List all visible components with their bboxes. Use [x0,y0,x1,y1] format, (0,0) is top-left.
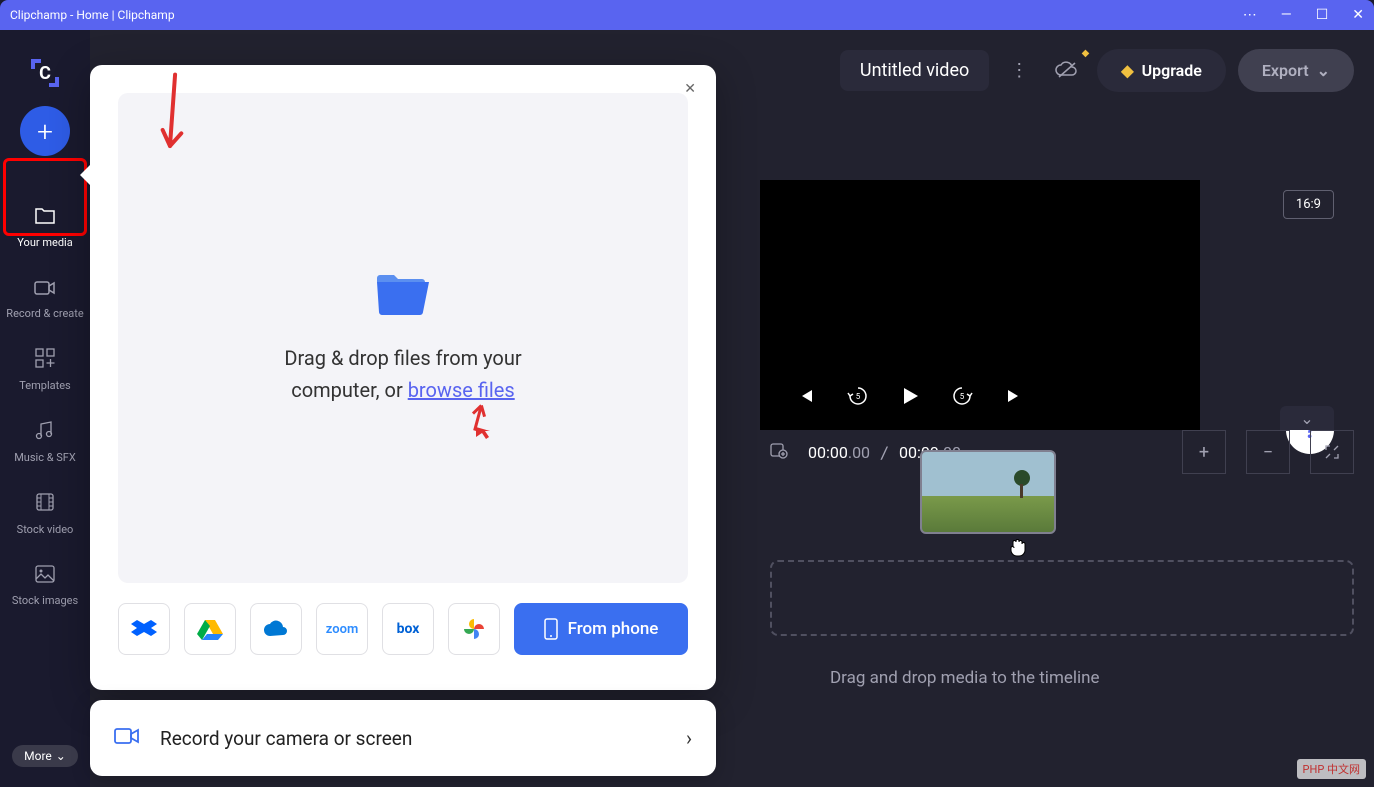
zoom-out-button[interactable]: − [1246,430,1290,474]
rewind-5-button[interactable]: 5 [842,380,874,412]
sidebar-item-record-create[interactable]: Record & create [0,277,90,320]
aspect-ratio-button[interactable]: 16:9 [1283,190,1334,219]
watermark: PHP 中文网 [1297,759,1366,779]
google-drive-button[interactable] [184,603,236,655]
window-minimize-icon[interactable]: ― [1281,7,1292,23]
camera-icon [114,726,140,751]
zoom-button[interactable]: zoom [316,603,368,655]
sidebar-item-label: Stock video [17,523,74,536]
browse-files-link[interactable]: browse files [408,378,515,402]
sidebar-item-label: Templates [19,379,70,392]
from-phone-button[interactable]: From phone [514,603,688,655]
timeline-hint: Drag and drop media to the timeline [830,668,1100,688]
more-options-button[interactable]: ⋮ [1001,52,1037,88]
fit-button[interactable] [1310,430,1354,474]
sidebar-item-label: Your media [17,236,72,249]
dropzone-text: Drag & drop files from your computer, or… [284,342,521,406]
source-row: zoom box From phone [118,603,688,655]
folder-icon [34,206,56,230]
more-button[interactable]: More ⌄ [12,745,78,767]
upgrade-button[interactable]: ◆ Upgrade [1097,49,1226,92]
svg-text:C: C [39,63,51,84]
sidebar: C + Your media Record & create Tem [0,30,90,787]
red-arrow-cursor-icon [468,403,498,447]
sidebar-item-label: Record & create [6,307,83,320]
folder-open-icon [373,270,433,322]
zoom-in-button[interactable]: + [1182,430,1226,474]
svg-text:5: 5 [960,392,965,401]
play-button[interactable] [894,380,926,412]
window-title: Clipchamp - Home | Clipchamp [10,8,1243,22]
import-media-popup: ✕ Drag & drop files from your computer, … [90,65,716,690]
dropbox-button[interactable] [118,603,170,655]
grab-cursor-icon [1006,534,1032,560]
templates-icon [35,348,55,373]
skip-forward-button[interactable] [998,380,1030,412]
chevron-down-icon: ⌄ [1317,61,1330,80]
diamond-icon: ◆ [1121,61,1133,80]
playback-controls: 5 5 [790,380,1030,412]
timeline-track[interactable] [770,560,1354,636]
sidebar-item-templates[interactable]: Templates [0,348,90,392]
dropzone[interactable]: Drag & drop files from your computer, or… [118,93,688,583]
forward-5-button[interactable]: 5 [946,380,978,412]
camera-icon [34,277,56,301]
skip-back-button[interactable] [790,380,822,412]
record-card-label: Record your camera or screen [160,727,666,750]
close-popup-button[interactable]: ✕ [684,81,696,97]
content-area: Untitled video ⋮ ◆ ◆ Upgrade Export ⌄ 16… [90,30,1374,787]
video-title-input[interactable]: Untitled video [840,50,989,91]
from-phone-label: From phone [568,619,659,639]
export-button[interactable]: Export ⌄ [1238,49,1354,92]
chevron-right-icon: › [686,726,692,750]
add-track-icon[interactable] [770,441,788,463]
sidebar-item-stock-video[interactable]: Stock video [0,492,90,536]
timeline-collapse-button[interactable]: ⌄ [1280,406,1334,430]
google-photos-button[interactable] [448,603,500,655]
sidebar-item-label: Stock images [12,594,78,607]
music-icon [35,420,55,445]
upgrade-label: Upgrade [1142,61,1202,80]
chevron-down-icon: ⌄ [56,749,66,763]
onedrive-button[interactable] [250,603,302,655]
image-icon [35,564,55,588]
media-clip-thumbnail[interactable] [920,450,1056,534]
add-media-button[interactable]: + [20,106,70,156]
window-controls: ⋯ ― ☐ ✕ [1243,7,1364,23]
sidebar-item-music-sfx[interactable]: Music & SFX [0,420,90,464]
film-icon [35,492,55,517]
premium-diamond-icon: ◆ [1082,48,1090,59]
timeline: Drag and drop media to the timeline [770,500,1354,636]
timeline-toolbar: 00:00.00 / 00:00.00 + − [770,430,1354,474]
titlebar: Clipchamp - Home | Clipchamp ⋯ ― ☐ ✕ [0,0,1374,30]
sidebar-item-your-media[interactable]: Your media [0,206,90,249]
record-card[interactable]: Record your camera or screen › [90,700,716,776]
sidebar-item-label: Music & SFX [14,451,76,464]
clipchamp-logo-icon[interactable]: C [27,55,63,91]
window-more-icon[interactable]: ⋯ [1243,7,1257,23]
window-close-icon[interactable]: ✕ [1352,7,1364,23]
export-label: Export [1262,61,1309,80]
window-maximize-icon[interactable]: ☐ [1316,7,1329,23]
box-button[interactable]: box [382,603,434,655]
svg-text:5: 5 [856,392,861,401]
cloud-sync-button[interactable]: ◆ [1049,52,1085,88]
phone-icon [544,618,558,640]
more-label: More [24,749,52,763]
sidebar-item-stock-images[interactable]: Stock images [0,564,90,607]
